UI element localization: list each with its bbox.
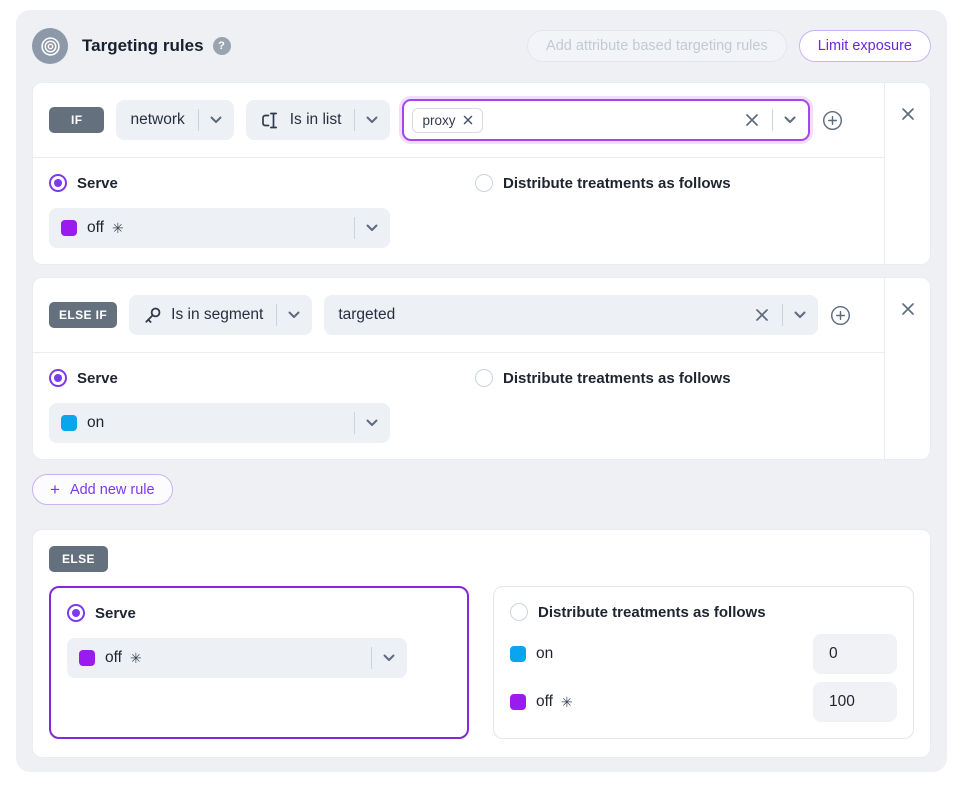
distribute-label: Distribute treatments as follows (503, 370, 731, 387)
distribute-label: Distribute treatments as follows (538, 604, 766, 621)
distribute-label: Distribute treatments as follows (503, 175, 731, 192)
chevron-down-icon[interactable] (794, 311, 806, 319)
delete-rule-icon[interactable] (901, 302, 915, 316)
rule-close-column (885, 83, 930, 264)
treatment-name: off (536, 693, 553, 711)
limit-exposure-button[interactable]: Limit exposure (799, 30, 931, 62)
serve-radio-option[interactable]: Serve (49, 369, 475, 387)
rule-card-if: IF network Is in list (32, 82, 931, 265)
chevron-down-icon[interactable] (784, 116, 796, 124)
serve-label: Serve (77, 175, 118, 192)
serve-label: Serve (95, 605, 136, 622)
divider (782, 304, 783, 326)
distribution-value-input[interactable]: 100 (813, 682, 897, 722)
treatment-select[interactable]: on (49, 403, 390, 443)
bullseye-icon (40, 36, 61, 57)
chevron-down-icon[interactable] (288, 311, 300, 319)
if-serve-section: Serve Distribute treatments as follows o… (33, 158, 884, 264)
else-badge: ELSE (49, 546, 108, 572)
divider (354, 217, 355, 239)
treatment-name: off (105, 649, 122, 667)
else-serve-panel[interactable]: Serve off ✳ (49, 586, 469, 739)
serve-radio-option[interactable]: Serve (49, 174, 475, 192)
serve-radio[interactable] (49, 174, 67, 192)
distribution-row-on: on 0 (510, 634, 897, 674)
distribute-radio-option[interactable]: Distribute treatments as follows (510, 603, 897, 621)
treatment-swatch-on (61, 415, 77, 431)
distribute-radio[interactable] (510, 603, 528, 621)
add-attribute-rules-button: Add attribute based targeting rules (527, 30, 787, 62)
list-values-input[interactable]: proxy (402, 99, 810, 141)
default-treatment-marker: ✳ (112, 220, 124, 237)
delete-rule-icon[interactable] (901, 107, 915, 121)
segment-key-icon (143, 306, 162, 325)
matcher-select[interactable]: Is in list (246, 100, 391, 140)
rule-card-elseif: ELSE IF Is in segment (32, 277, 931, 460)
distribute-radio[interactable] (475, 369, 493, 387)
treatment-swatch-on (510, 646, 526, 662)
chevron-down-icon[interactable] (383, 654, 395, 662)
distribute-radio-option[interactable]: Distribute treatments as follows (475, 174, 731, 192)
treatment-swatch-off (61, 220, 77, 236)
chevron-down-icon[interactable] (366, 419, 378, 427)
add-new-rule-button[interactable]: + Add new rule (32, 474, 173, 505)
segment-value-input-wrap (324, 295, 818, 335)
else-distribute-panel[interactable]: Distribute treatments as follows on 0 of… (493, 586, 914, 739)
elseif-badge: ELSE IF (49, 302, 117, 328)
header: Targeting rules ? Add attribute based ta… (32, 26, 931, 66)
elseif-serve-section: Serve Distribute treatments as follows o… (33, 353, 884, 459)
add-condition-icon[interactable] (822, 110, 843, 131)
treatment-name: on (536, 645, 553, 663)
treatment-name: on (87, 414, 104, 432)
attribute-select-value: network (130, 111, 184, 129)
distribution-row-off: off ✳ 100 (510, 682, 897, 722)
if-badge: IF (49, 107, 104, 133)
treatment-select[interactable]: off ✳ (49, 208, 390, 248)
treatment-swatch-off (79, 650, 95, 666)
value-chip: proxy (412, 108, 483, 133)
elseif-condition-row: ELSE IF Is in segment (33, 278, 884, 353)
matcher-select-value: Is in list (290, 111, 342, 129)
value-chip-label: proxy (422, 113, 455, 128)
help-icon[interactable]: ? (213, 37, 231, 55)
attribute-select[interactable]: network (116, 100, 233, 140)
distribute-radio[interactable] (475, 174, 493, 192)
divider (354, 109, 355, 131)
targeting-rules-panel: Targeting rules ? Add attribute based ta… (16, 10, 947, 772)
clear-segment-icon[interactable] (755, 308, 769, 322)
plus-icon: + (50, 481, 60, 498)
string-matcher-icon (260, 112, 281, 129)
rule-card-else: ELSE Serve off ✳ (32, 529, 931, 758)
divider (198, 109, 199, 131)
divider (276, 304, 277, 326)
treatment-select[interactable]: off ✳ (67, 638, 407, 678)
default-treatment-marker: ✳ (130, 650, 142, 667)
serve-label: Serve (77, 370, 118, 387)
distribute-radio-option[interactable]: Distribute treatments as follows (475, 369, 731, 387)
divider (354, 412, 355, 434)
segment-matcher-value: Is in segment (171, 306, 263, 324)
treatment-swatch-off (510, 694, 526, 710)
targeting-avatar (32, 28, 68, 64)
serve-radio[interactable] (49, 369, 67, 387)
segment-matcher-select[interactable]: Is in segment (129, 295, 312, 335)
page-title: Targeting rules (82, 36, 204, 56)
default-treatment-marker: ✳ (561, 694, 573, 711)
add-condition-icon[interactable] (830, 305, 851, 326)
chevron-down-icon[interactable] (366, 224, 378, 232)
if-condition-row: IF network Is in list (33, 83, 884, 158)
segment-value-input[interactable] (338, 306, 755, 324)
clear-values-icon[interactable] (745, 113, 759, 127)
add-new-rule-label: Add new rule (70, 482, 155, 498)
chevron-down-icon[interactable] (366, 116, 378, 124)
divider (371, 647, 372, 669)
serve-radio[interactable] (67, 604, 85, 622)
rule-close-column (885, 278, 930, 459)
serve-radio-option[interactable]: Serve (67, 604, 451, 622)
distribution-value-input[interactable]: 0 (813, 634, 897, 674)
divider (772, 109, 773, 131)
chevron-down-icon[interactable] (210, 116, 222, 124)
chip-remove-icon[interactable] (463, 115, 473, 125)
treatment-name: off (87, 219, 104, 237)
